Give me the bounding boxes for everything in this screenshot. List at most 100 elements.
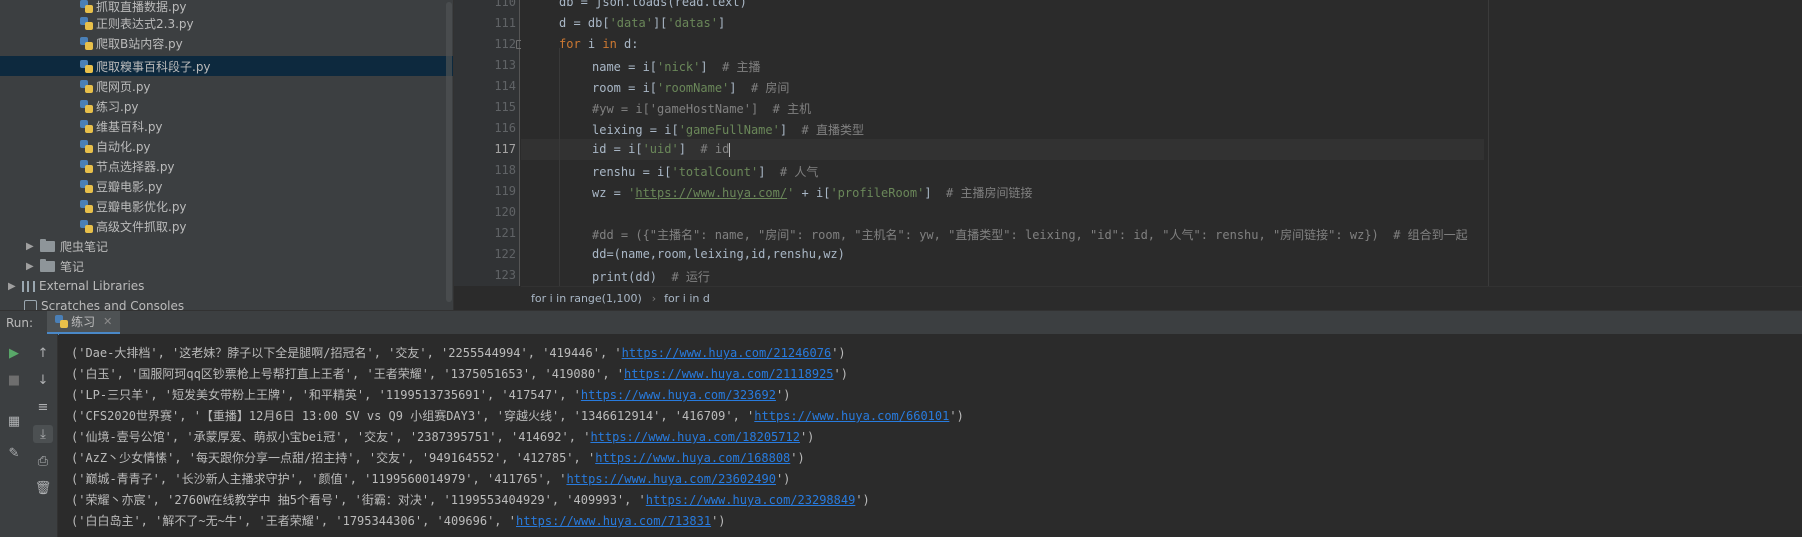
tree-file[interactable]: 练习.py <box>0 96 453 116</box>
code-line-113[interactable]: name = i['nick'] # 主播 <box>592 58 761 75</box>
breadcrumb-item[interactable]: for i in range(1,100) <box>531 292 642 305</box>
code-line-119[interactable]: wz = 'https://www.huya.com/' + i['profil… <box>592 184 1033 201</box>
python-file-icon <box>80 0 93 13</box>
code-text: ] <box>700 60 723 74</box>
console-text: ') <box>775 388 791 402</box>
trash-icon[interactable]: 🗑 <box>33 479 53 497</box>
code-text: d = db[ <box>559 16 610 30</box>
console-text: ') <box>799 430 815 444</box>
tree-file[interactable]: 爬网页.py <box>0 76 453 96</box>
code-line-114[interactable]: room = i['roomName'] # 房间 <box>592 79 789 96</box>
tree-file[interactable]: 维基百科.py <box>0 116 453 136</box>
code-line-122[interactable]: dd=(name,room,leixing,id,renshu,wz) <box>592 247 845 261</box>
console-link[interactable]: https://www.huya.com/168808 <box>595 451 790 465</box>
tree-file[interactable]: 豆瓣电影.py <box>0 176 453 196</box>
soft-wrap-icon[interactable]: ≡ <box>33 398 53 416</box>
line-number: 116 <box>494 121 516 135</box>
tree-folder[interactable]: ▶ 爬虫笔记 <box>0 236 453 256</box>
run-tab-label: 练习 <box>71 314 96 329</box>
console-link[interactable]: https://www.huya.com/23298849 <box>646 493 856 507</box>
tree-file-label: 高级文件抓取.py <box>96 219 187 234</box>
python-file-icon <box>80 139 93 153</box>
tree-file[interactable]: 爬取B站内容.py <box>0 33 453 53</box>
play-icon[interactable]: ▶ <box>4 344 24 362</box>
close-icon[interactable]: ✕ <box>103 315 112 328</box>
console-text: ') <box>949 409 964 423</box>
tree-file[interactable]: 节点选择器.py <box>0 156 453 176</box>
chevron-right-icon[interactable]: ▶ <box>8 281 22 292</box>
console-link[interactable]: https://www.huya.com/660101 <box>754 409 949 423</box>
code-editor[interactable]: db = json.loads(read.text) d = db['data'… <box>521 0 1802 286</box>
console-link[interactable]: https://www.huya.com/23602490 <box>566 472 776 486</box>
code-line-112[interactable]: for i in d: <box>559 37 639 51</box>
code-line-118[interactable]: renshu = i['totalCount'] # 人气 <box>592 163 818 180</box>
code-string: 'profileRoom' <box>830 186 925 200</box>
python-file-icon <box>80 79 93 93</box>
console-text: ') <box>711 514 726 528</box>
code-string: 'nick' <box>657 60 701 74</box>
code-line-115[interactable]: #yw = i['gameHostName'] # 主机 <box>592 100 811 117</box>
pin-icon[interactable]: ✎ <box>4 444 24 462</box>
code-text: print(dd) <box>592 270 672 284</box>
tree-file[interactable]: 正则表达式2.3.py <box>0 13 453 33</box>
code-line-117[interactable]: id = i['uid'] # id <box>592 142 731 157</box>
breadcrumb-item[interactable]: for i in d <box>664 292 710 305</box>
tree-external-libraries[interactable]: ▶ External Libraries <box>0 276 453 296</box>
code-text: ] <box>779 123 802 137</box>
code-comment: # 房间 <box>750 81 790 95</box>
code-comment: # 主播 <box>722 60 761 74</box>
text-caret <box>729 142 731 157</box>
code-text: id = i[ <box>592 142 643 156</box>
run-panel-header: Run: 练习 ✕ <box>0 310 1802 335</box>
console-link[interactable]: https://www.huya.com/21246076 <box>622 346 832 360</box>
code-line-121[interactable]: #dd = ({"主播名": name, "房间": room, "主机名": … <box>592 226 1468 243</box>
code-line-116[interactable]: leixing = i['gameFullName'] # 直播类型 <box>592 121 864 138</box>
line-number-gutter: 110 111 112 113 114 115 116 117 118 119 … <box>454 0 520 286</box>
tree-scrollbar[interactable] <box>446 2 452 302</box>
line-number: 113 <box>494 58 516 72</box>
tree-file-selected[interactable]: 爬取糗事百科段子.py <box>0 56 453 76</box>
arrow-down-icon[interactable]: ↓ <box>33 371 53 389</box>
tree-file[interactable]: 豆瓣电影优化.py <box>0 196 453 216</box>
run-tab[interactable]: 练习 ✕ <box>47 310 121 335</box>
print-icon[interactable]: ⎙ <box>33 452 53 470</box>
console-link[interactable]: https://www.huya.com/713831 <box>516 514 711 528</box>
tree-folder[interactable]: ▶ 笔记 <box>0 256 453 276</box>
project-tree: 抓取直播数据.py 正则表达式2.3.py 爬取B站内容.py 爬取糗事百科段子… <box>0 0 453 310</box>
code-text: renshu = i[ <box>592 165 672 179</box>
code-keyword: in <box>602 37 617 51</box>
tree-scratches[interactable]: Scratches and Consoles <box>0 296 453 310</box>
tree-file-label: 维基百科.py <box>96 119 163 134</box>
python-file-icon <box>80 179 93 193</box>
console-link[interactable]: https://www.huya.com/18205712 <box>590 430 800 444</box>
stop-icon[interactable]: ■ <box>4 371 24 389</box>
indent-guide <box>559 48 560 286</box>
line-number: 114 <box>494 79 516 93</box>
console-line: ('白白岛主', '解不了~无~牛', '王者荣耀', '1795344306'… <box>71 512 726 529</box>
console-output[interactable]: ('Dae-大排档', '这老妹？脖子以下全是腿啊/招冠名', '交友', '2… <box>59 334 1802 537</box>
code-line-110[interactable]: db = json.loads(read.text) <box>559 0 747 9</box>
chevron-right-icon[interactable]: ▶ <box>26 261 40 272</box>
code-url[interactable]: https://www.huya.com/ <box>635 186 787 200</box>
scroll-to-end-icon[interactable]: ⤓ <box>33 425 53 443</box>
line-number: 120 <box>494 205 516 219</box>
arrow-up-icon[interactable]: ↑ <box>33 344 53 362</box>
console-text: ') <box>775 472 791 486</box>
console-line: ('AzZ丶少女情愫', '每天跟你分享一点甜/招主持', '交友', '949… <box>71 449 805 466</box>
chevron-right-icon[interactable]: ▶ <box>26 241 40 252</box>
console-link[interactable]: https://www.huya.com/21118925 <box>624 367 834 381</box>
layout-icon[interactable]: ▦ <box>4 412 24 430</box>
tree-file[interactable]: 自动化.py <box>0 136 453 156</box>
line-number: 115 <box>494 100 516 114</box>
code-text: ] <box>717 16 726 30</box>
code-line-111[interactable]: d = db['data']['datas'] <box>559 16 725 30</box>
console-link[interactable]: https://www.huya.com/323692 <box>581 388 776 402</box>
code-keyword: for <box>559 37 581 51</box>
line-number-current: 117 <box>494 142 516 156</box>
tree-file[interactable]: 高级文件抓取.py <box>0 216 453 236</box>
code-line-123[interactable]: print(dd) # 运行 <box>592 268 710 285</box>
code-text: ] <box>924 186 947 200</box>
tree-item-label: External Libraries <box>39 279 145 293</box>
python-file-icon <box>80 219 93 233</box>
code-text: ] <box>729 81 751 95</box>
